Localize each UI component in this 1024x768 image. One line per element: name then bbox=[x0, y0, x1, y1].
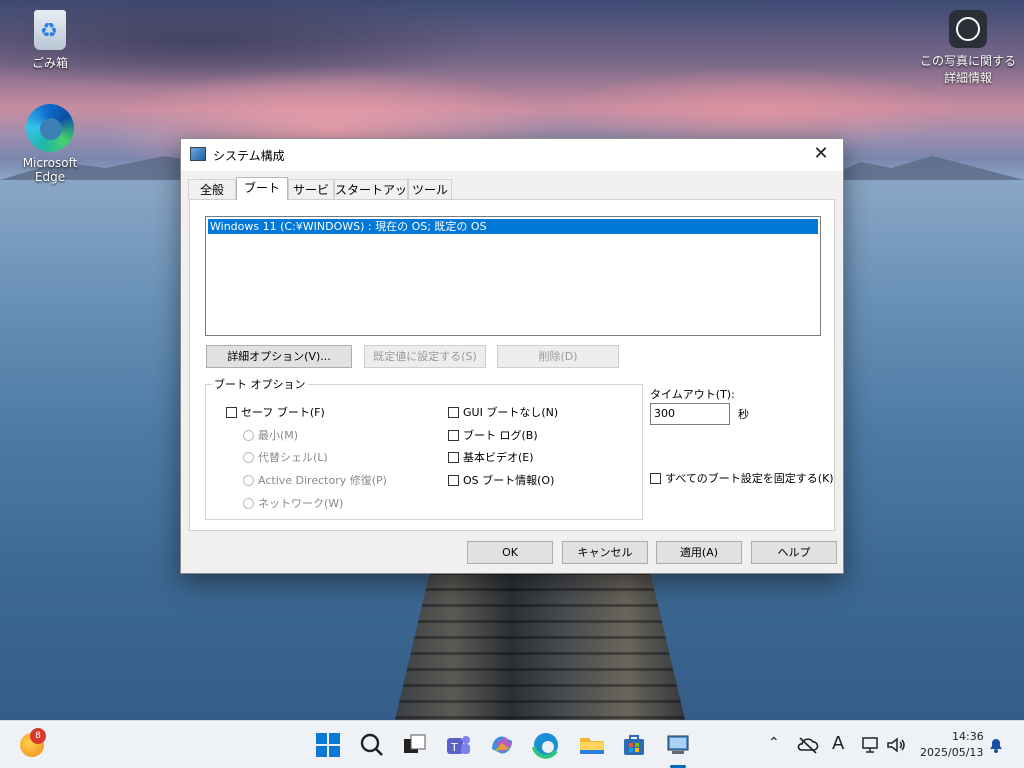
os-boot-info-checkbox[interactable]: OS ブート情報(O) bbox=[448, 472, 554, 488]
minimal-radio[interactable]: 最小(M) bbox=[243, 427, 298, 443]
desktop-icon-edge[interactable]: Microsoft Edge bbox=[10, 104, 90, 184]
radio-circle bbox=[243, 430, 254, 441]
desktop-icon-recycle-bin[interactable]: ごみ箱 bbox=[10, 10, 90, 71]
msconfig-icon bbox=[667, 735, 689, 754]
pier-image bbox=[395, 572, 685, 720]
display-network-button[interactable] bbox=[860, 733, 884, 757]
os-list[interactable]: Windows 11 (C:¥WINDOWS) : 現在の OS; 既定の OS bbox=[205, 216, 821, 336]
teams-button[interactable]: T bbox=[442, 729, 474, 761]
folder-icon bbox=[580, 738, 604, 754]
copilot-button[interactable] bbox=[486, 729, 518, 761]
safe-boot-label: セーフ ブート(F) bbox=[241, 406, 325, 419]
store-button[interactable] bbox=[618, 729, 650, 761]
search-icon bbox=[360, 733, 383, 756]
checkbox-box bbox=[448, 475, 459, 486]
volume-button[interactable] bbox=[884, 733, 908, 757]
ad-repair-radio[interactable]: Active Directory 修復(P) bbox=[243, 472, 387, 488]
apply-button[interactable]: 適用(A) bbox=[656, 541, 742, 564]
bell-icon bbox=[990, 739, 1002, 753]
boot-options-group: ブート オプション セーフ ブート(F) 最小(M) 代替シェル(L) Acti… bbox=[205, 376, 643, 520]
msconfig-taskbar-button[interactable] bbox=[662, 729, 694, 761]
ad-repair-label: Active Directory 修復(P) bbox=[258, 474, 387, 487]
network-label: ネットワーク(W) bbox=[258, 497, 344, 510]
set-default-button[interactable]: 既定値に設定する(S) bbox=[364, 345, 486, 368]
desktop-icon-label: Microsoft Edge bbox=[22, 156, 78, 184]
desktop-icon-label: この写真に関する詳細情報 bbox=[919, 54, 1016, 85]
cloud-offline-icon bbox=[797, 737, 819, 754]
cancel-button[interactable]: キャンセル bbox=[562, 541, 648, 564]
radio-circle bbox=[243, 498, 254, 509]
edge-icon bbox=[532, 733, 558, 759]
help-button[interactable]: ヘルプ bbox=[751, 541, 837, 564]
speaker-icon bbox=[887, 737, 905, 753]
tab-services[interactable]: サービス bbox=[288, 179, 334, 217]
timeout-unit: 秒 bbox=[738, 408, 749, 421]
search-button[interactable] bbox=[356, 729, 388, 761]
no-gui-boot-label: GUI ブートなし(N) bbox=[463, 406, 559, 419]
alternate-shell-label: 代替シェル(L) bbox=[258, 451, 328, 464]
make-permanent-checkbox[interactable]: すべてのブート設定を固定する(K) bbox=[650, 470, 834, 486]
boot-options-legend: ブート オプション bbox=[212, 376, 308, 392]
chevron-up-icon[interactable]: ⌃ bbox=[768, 735, 780, 751]
base-video-checkbox[interactable]: 基本ビデオ(E) bbox=[448, 449, 534, 465]
distant-mountains-right bbox=[820, 156, 1024, 180]
checkbox-box bbox=[448, 430, 459, 441]
timeout-input[interactable]: 300 bbox=[650, 403, 730, 425]
desktop-icon-label: ごみ箱 bbox=[31, 56, 68, 70]
advanced-options-button[interactable]: 詳細オプション(V)... bbox=[206, 345, 352, 368]
taskbar: 8 T ⌃ A 14:36 2025/05/13 bbox=[0, 720, 1024, 768]
radio-circle bbox=[243, 452, 254, 463]
make-permanent-label: すべてのブート設定を固定する(K) bbox=[665, 472, 834, 485]
desktop-icon-photo-info[interactable]: この写真に関する詳細情報 bbox=[918, 10, 1018, 86]
tab-tools[interactable]: ツール bbox=[408, 179, 452, 199]
recycle-bin-icon bbox=[34, 10, 66, 50]
monitor-icon bbox=[862, 737, 878, 753]
ok-button[interactable]: OK bbox=[467, 541, 553, 564]
dialog-title: システム構成 bbox=[213, 149, 285, 163]
no-gui-boot-checkbox[interactable]: GUI ブートなし(N) bbox=[448, 404, 558, 420]
edge-taskbar-button[interactable] bbox=[530, 729, 562, 761]
network-status-button[interactable] bbox=[796, 733, 820, 757]
title-bar[interactable]: システム構成 ✕ bbox=[181, 139, 843, 171]
clock-time[interactable]: 14:36 bbox=[952, 730, 984, 743]
edge-icon bbox=[26, 104, 74, 152]
minimal-label: 最小(M) bbox=[258, 429, 299, 442]
checkbox-box bbox=[448, 407, 459, 418]
timeout-label: タイムアウト(T): bbox=[650, 388, 735, 401]
base-video-label: 基本ビデオ(E) bbox=[463, 451, 534, 464]
network-radio[interactable]: ネットワーク(W) bbox=[243, 495, 343, 511]
store-icon bbox=[624, 735, 644, 755]
tab-startup[interactable]: スタートアップ bbox=[334, 179, 408, 217]
task-view-icon bbox=[404, 734, 426, 753]
radio-circle bbox=[243, 475, 254, 486]
boot-tab-panel: Windows 11 (C:¥WINDOWS) : 現在の OS; 既定の OS… bbox=[189, 199, 835, 531]
start-button[interactable] bbox=[312, 729, 344, 761]
tab-general[interactable]: 全般 bbox=[188, 179, 236, 199]
boot-log-checkbox[interactable]: ブート ログ(B) bbox=[448, 427, 538, 443]
os-list-item[interactable]: Windows 11 (C:¥WINDOWS) : 現在の OS; 既定の OS bbox=[208, 219, 818, 234]
task-view-button[interactable] bbox=[398, 729, 430, 761]
close-button[interactable]: ✕ bbox=[799, 139, 843, 171]
teams-icon: T bbox=[447, 736, 470, 754]
weather-badge: 8 bbox=[30, 728, 46, 744]
checkbox-box bbox=[448, 452, 459, 463]
system-configuration-dialog: システム構成 ✕ 全般 ブート サービス スタートアップ ツール Windows… bbox=[180, 138, 844, 574]
svg-text:T: T bbox=[450, 741, 458, 754]
photo-info-icon bbox=[949, 10, 987, 48]
msconfig-icon bbox=[190, 147, 206, 161]
boot-log-label: ブート ログ(B) bbox=[463, 429, 538, 442]
os-boot-info-label: OS ブート情報(O) bbox=[463, 474, 555, 487]
clock-date[interactable]: 2025/05/13 bbox=[920, 746, 983, 759]
delete-button[interactable]: 削除(D) bbox=[497, 345, 619, 368]
file-explorer-button[interactable] bbox=[576, 729, 608, 761]
copilot-icon bbox=[492, 736, 512, 754]
safe-boot-checkbox[interactable]: セーフ ブート(F) bbox=[226, 404, 325, 420]
notification-button[interactable] bbox=[986, 735, 1006, 755]
ime-indicator[interactable]: A bbox=[832, 733, 844, 754]
tab-boot[interactable]: ブート bbox=[236, 177, 288, 200]
checkbox-box bbox=[650, 473, 661, 484]
checkbox-box bbox=[226, 407, 237, 418]
alternate-shell-radio[interactable]: 代替シェル(L) bbox=[243, 449, 328, 465]
